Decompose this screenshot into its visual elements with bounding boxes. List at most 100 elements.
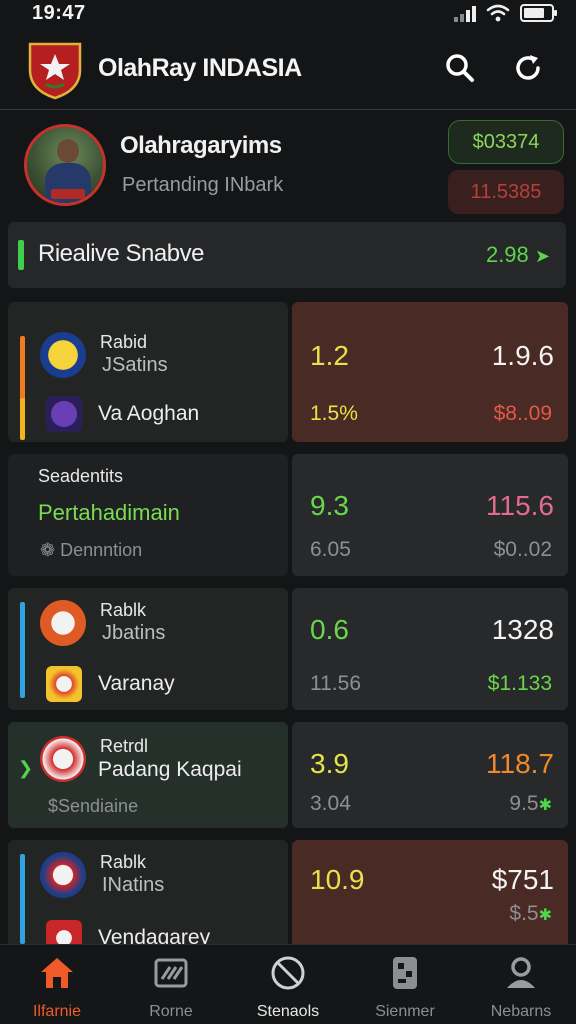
odd-value[interactable]: $.5✱ bbox=[509, 902, 552, 926]
signal-icon bbox=[454, 6, 476, 22]
match-card[interactable]: Rabid JSatins Va Aoghan 1.2 1.9.6 1.5% $… bbox=[8, 302, 568, 442]
arrow-up-icon: ➤ bbox=[534, 246, 550, 266]
gear-icon: ❁ bbox=[40, 540, 56, 560]
match-teams: Seadentits Pertahadimain ❁ Dennntion bbox=[8, 454, 288, 576]
nav-item-tickets[interactable]: Rorne bbox=[116, 953, 226, 1021]
odd-value[interactable]: 1.9.6 bbox=[492, 340, 554, 372]
arrow-up-icon: ✱ bbox=[538, 797, 552, 814]
balance-badge[interactable]: $03374 bbox=[448, 120, 564, 164]
match-odds: 9.3 115.6 6.05 $0..02 bbox=[292, 454, 568, 576]
match-card[interactable]: Rablk Jbatins Varanay 0.6 1328 11.56 $1.… bbox=[8, 588, 568, 710]
status-bar: 19:47 bbox=[0, 0, 576, 28]
odd-value[interactable]: 1328 bbox=[492, 614, 554, 646]
club-crest-icon bbox=[40, 600, 86, 646]
odd-value[interactable]: 0.6 bbox=[310, 614, 349, 646]
refresh-icon bbox=[516, 55, 540, 80]
club-crest-icon bbox=[46, 666, 82, 702]
team-name: ❁ Dennntion bbox=[40, 540, 143, 560]
match-label: Rabid bbox=[100, 332, 148, 352]
ticket-icon bbox=[151, 953, 191, 993]
team-name: JSatins bbox=[102, 354, 168, 376]
club-crest-icon bbox=[46, 920, 82, 944]
match-card[interactable]: Rablk INatins Vendagarey 10.9 $751 $.5✱ bbox=[8, 840, 568, 944]
nav-label: Sienmer bbox=[375, 1003, 435, 1020]
app-header: OlahRay INDASIA bbox=[0, 30, 576, 110]
app-logo bbox=[28, 42, 82, 100]
nav-item-wallet[interactable]: Sienmer bbox=[350, 953, 460, 1021]
odd-value[interactable]: 1.5% bbox=[310, 402, 358, 426]
match-odds: 10.9 $751 $.5✱ bbox=[292, 840, 568, 944]
match-teams: Rabid JSatins Va Aoghan bbox=[8, 302, 288, 442]
ball-icon bbox=[268, 953, 308, 993]
avatar[interactable] bbox=[24, 124, 106, 206]
arrow-up-icon: ✱ bbox=[538, 907, 552, 924]
match-label: Rablk bbox=[100, 600, 147, 620]
odd-value[interactable]: $8..09 bbox=[494, 402, 552, 426]
odd-value[interactable]: 9.3 bbox=[310, 490, 349, 522]
match-card[interactable]: ❯ Retrdl Padang Kaqpai $Sendiaine 3.9 11… bbox=[8, 722, 568, 828]
club-crest-icon bbox=[40, 736, 86, 782]
profile-name: Olahragaryims bbox=[120, 132, 282, 159]
wallet-icon bbox=[385, 953, 425, 993]
odd-value[interactable]: $751 bbox=[492, 864, 554, 896]
refresh-button[interactable] bbox=[508, 48, 548, 88]
chevron-right-icon: ❯ bbox=[18, 758, 34, 778]
match-teams: ❯ Retrdl Padang Kaqpai $Sendiaine bbox=[8, 722, 288, 828]
match-odds: 0.6 1328 11.56 $1.133 bbox=[292, 588, 568, 710]
profile-icon bbox=[501, 953, 541, 993]
profile-subtitle: Pertanding INbark bbox=[122, 174, 284, 196]
odd-value[interactable]: 11.56 bbox=[310, 672, 361, 696]
odd-value[interactable]: 9.5✱ bbox=[509, 792, 552, 816]
search-button[interactable] bbox=[440, 48, 480, 88]
nav-label: Rorne bbox=[149, 1003, 193, 1020]
match-odds: 3.9 118.7 3.04 9.5✱ bbox=[292, 722, 568, 828]
odd-value[interactable]: 3.04 bbox=[310, 792, 351, 816]
app-title: OlahRay INDASIA bbox=[98, 54, 302, 82]
match-odds: 1.2 1.9.6 1.5% $8..09 bbox=[292, 302, 568, 442]
wifi-icon bbox=[486, 4, 510, 22]
club-crest-icon bbox=[40, 852, 86, 898]
club-crest-icon bbox=[46, 396, 82, 432]
odd-value[interactable]: 118.7 bbox=[486, 748, 554, 780]
battery-icon bbox=[520, 4, 557, 22]
club-crest-icon bbox=[40, 332, 86, 378]
team-name: Pertahadimain bbox=[38, 500, 180, 525]
home-icon bbox=[37, 953, 77, 993]
match-label: Retrdl bbox=[100, 736, 149, 756]
team-name: Padang Kaqpai bbox=[98, 758, 242, 781]
nav-label: Nebarns bbox=[490, 1003, 552, 1020]
odd-value[interactable]: 10.9 bbox=[310, 864, 365, 896]
status-time: 19:47 bbox=[32, 2, 86, 24]
live-banner[interactable]: Riealive Snabve 2.98 ➤ bbox=[8, 222, 566, 288]
odd-value[interactable]: $0..02 bbox=[494, 538, 552, 562]
odd-value[interactable]: 1.2 bbox=[310, 340, 349, 372]
search-icon bbox=[446, 54, 474, 82]
live-title: Riealive Snabve bbox=[38, 240, 204, 267]
team-name: Vendagarey bbox=[98, 926, 211, 944]
match-label: Rablk bbox=[100, 852, 147, 872]
bottom-nav: Ilfarnie Rorne Stenaols Sienmer Nebarns bbox=[0, 944, 576, 1024]
live-value: 2.98 ➤ bbox=[485, 242, 550, 267]
match-teams: Rablk Jbatins Varanay bbox=[8, 588, 288, 710]
nav-label: Ilfarnie bbox=[32, 1003, 82, 1020]
team-name: Jbatins bbox=[102, 622, 166, 644]
live-indicator bbox=[18, 240, 24, 270]
loss-badge: 11.5385 bbox=[448, 170, 564, 214]
odd-value[interactable]: 3.9 bbox=[310, 748, 349, 780]
odd-value[interactable]: $1.133 bbox=[488, 672, 552, 696]
match-card[interactable]: Seadentits Pertahadimain ❁ Dennntion 9.3… bbox=[8, 454, 568, 576]
team-name: Varanay bbox=[98, 672, 175, 695]
nav-item-sports[interactable]: Stenaols bbox=[233, 953, 343, 1021]
status-icons bbox=[454, 4, 557, 22]
nav-item-profile[interactable]: Nebarns bbox=[466, 953, 576, 1021]
odd-value[interactable]: 115.6 bbox=[486, 490, 554, 522]
odd-value[interactable]: 6.05 bbox=[310, 538, 351, 562]
match-label: Seadentits bbox=[38, 466, 124, 486]
match-teams: Rablk INatins Vendagarey bbox=[8, 840, 288, 944]
nav-label: Stenaols bbox=[256, 1003, 320, 1020]
team-name: $Sendiaine bbox=[48, 796, 139, 816]
team-name: INatins bbox=[102, 874, 165, 896]
nav-item-home[interactable]: Ilfarnie bbox=[2, 953, 112, 1021]
team-name: Va Aoghan bbox=[98, 402, 200, 425]
profile-section: Olahragaryims Pertanding INbark $03374 1… bbox=[8, 112, 568, 218]
